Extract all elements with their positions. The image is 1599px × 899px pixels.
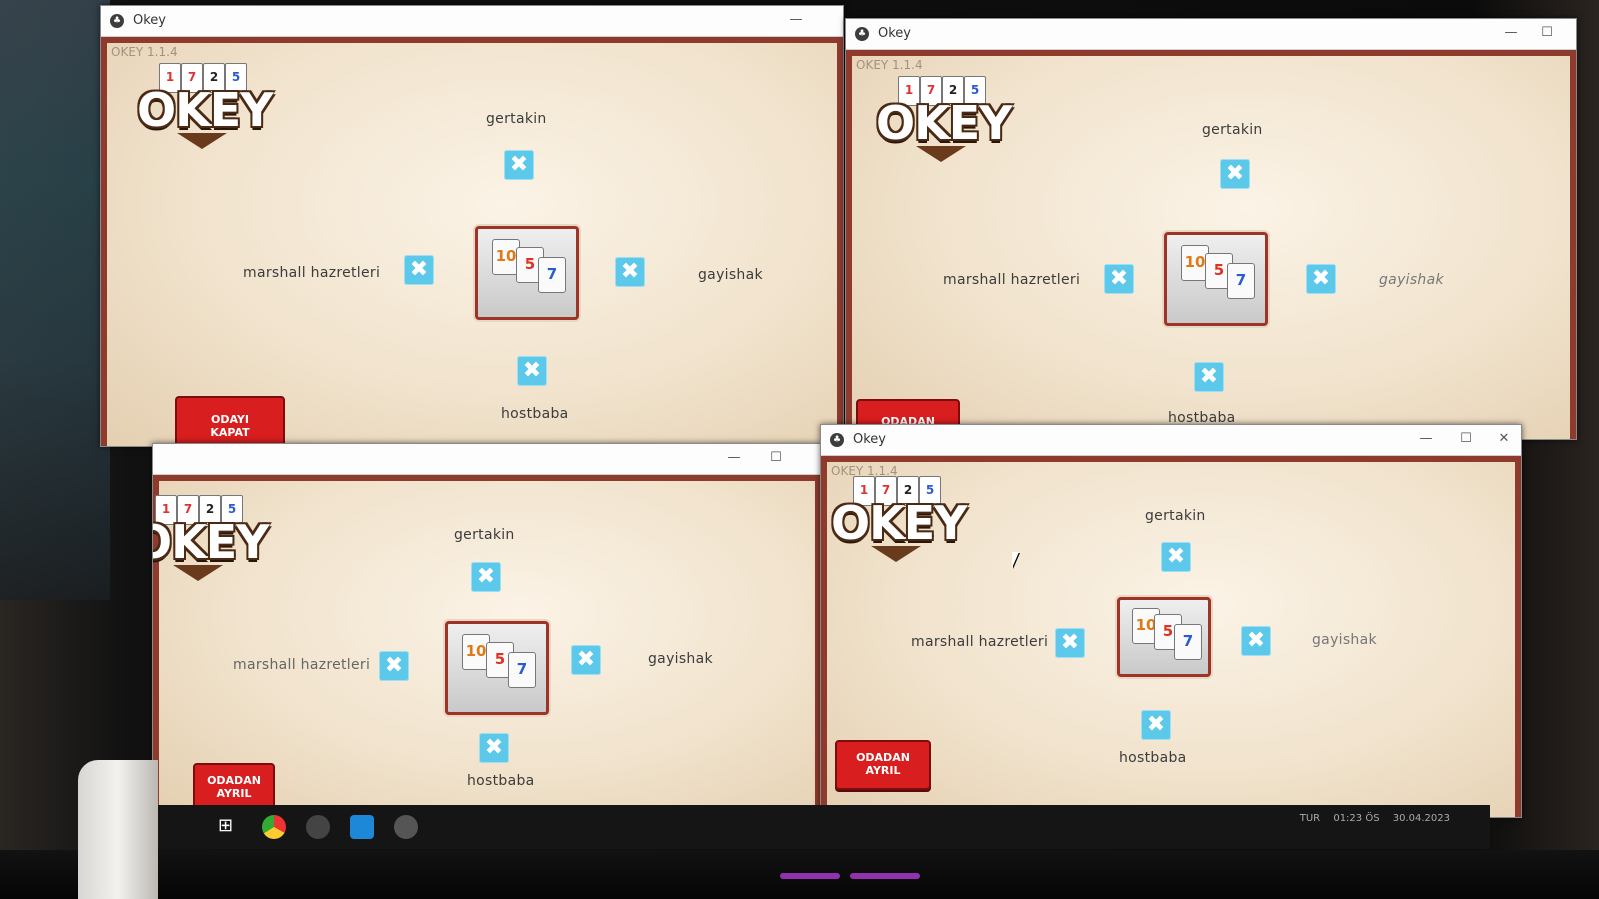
window-title: Okey	[133, 13, 166, 28]
app-icon: ♣	[830, 433, 844, 447]
okey-window-host: ♣ Okey — OKEY 1.1.4 1 7 2 5 OKEY gertaki…	[100, 5, 844, 447]
okey-window-player-4: ♣ Okey — ☐ ✕ OKEY 1.1.4 1 7 2 5 OKEY ger…	[820, 424, 1522, 818]
player-right-name: gayishak	[1312, 632, 1377, 648]
okey-window-player-2: ♣ Okey — ☐ OKEY 1.1.4 1 7 2 5 OKEY gerta…	[845, 18, 1577, 440]
player-left-name: marshall hazretleri	[233, 657, 371, 673]
title-bar[interactable]: ♣ Okey — ☐ ✕	[821, 425, 1521, 456]
maximize-button[interactable]: ☐	[761, 448, 791, 468]
game-area: OKEY 1.1.4 1 7 2 5 OKEY gertakin ✖ marsh…	[101, 37, 843, 446]
kick-top-button[interactable]: ✖	[504, 150, 534, 180]
player-right-name: gayishak	[648, 651, 713, 667]
player-top-name: gertakin	[1145, 508, 1206, 524]
background-desktop-strip	[0, 0, 110, 600]
player-left-name: marshall hazretleri	[911, 634, 1049, 650]
tile-deck[interactable]: 10 5 7	[445, 621, 549, 715]
title-bar[interactable]: ♣ Okey — ☐	[846, 19, 1576, 50]
tile-deck[interactable]: 10 5 7	[475, 226, 579, 320]
okey-logo: 1 7 2 5 OKEY	[153, 495, 269, 590]
mug	[78, 760, 158, 899]
okey-app-icon[interactable]	[306, 815, 330, 839]
okey-window-player-3: — ☐ 1 7 2 5 OKEY gertakin ✖ marshall haz…	[152, 443, 822, 812]
player-left-name: marshall hazretleri	[943, 272, 1081, 288]
vscode-icon[interactable]	[350, 815, 374, 839]
close-room-button[interactable]: ODAYI KAPAT	[175, 396, 285, 446]
app-icon: ♣	[110, 14, 124, 28]
player-top-name: gertakin	[486, 111, 547, 127]
kick-top-button[interactable]: ✖	[1220, 159, 1250, 189]
title-bar[interactable]: ♣ Okey —	[101, 6, 843, 37]
window-title: Okey	[878, 26, 911, 41]
okey-logo: 1 7 2 5 OKEY	[876, 76, 1012, 171]
clock-time[interactable]: 01:23 ÖS	[1333, 813, 1379, 824]
language-indicator[interactable]: TUR	[1300, 813, 1320, 824]
kick-top-button[interactable]: ✖	[471, 562, 501, 592]
clock-date[interactable]: 30.04.2023	[1393, 813, 1450, 824]
kick-bottom-button[interactable]: ✖	[1194, 362, 1224, 392]
maximize-button[interactable]: ☐	[1451, 429, 1481, 449]
kick-right-button[interactable]: ✖	[615, 257, 645, 287]
minimize-button[interactable]: —	[1411, 429, 1441, 449]
kick-left-button[interactable]: ✖	[404, 255, 434, 285]
led-light	[850, 873, 920, 879]
kick-bottom-button[interactable]: ✖	[1141, 710, 1171, 740]
title-bar[interactable]: — ☐	[153, 444, 821, 475]
maximize-button[interactable]: ☐	[1532, 23, 1562, 43]
player-right-name: gayishak	[1379, 272, 1444, 288]
kick-left-button[interactable]: ✖	[1055, 628, 1085, 658]
leave-room-button[interactable]: ODADAN AYRIL	[835, 740, 931, 790]
tile-deck[interactable]: 10 5 7	[1164, 232, 1268, 326]
led-light	[780, 873, 840, 879]
player-left-name: marshall hazretleri	[243, 265, 381, 281]
game-area: OKEY 1.1.4 1 7 2 5 OKEY gertakin ✖ marsh…	[846, 50, 1576, 439]
system-tray: TUR 01:23 ÖS 30.04.2023	[1290, 813, 1450, 824]
mouse-cursor-icon	[1012, 552, 1019, 568]
player-bottom-name: hostbaba	[501, 406, 569, 422]
player-right-name: gayishak	[698, 267, 763, 283]
window-title: Okey	[853, 432, 886, 447]
okey-logo: 1 7 2 5 OKEY	[137, 63, 273, 158]
kick-bottom-button[interactable]: ✖	[517, 356, 547, 386]
version-label: OKEY 1.1.4	[111, 45, 178, 59]
chrome-icon[interactable]	[262, 815, 286, 839]
kick-right-button[interactable]: ✖	[571, 645, 601, 675]
kick-left-button[interactable]: ✖	[379, 651, 409, 681]
app-icon: ♣	[855, 27, 869, 41]
minimize-button[interactable]: —	[1496, 23, 1526, 43]
start-button[interactable]: ⊞	[218, 815, 233, 836]
tile-deck[interactable]: 10 5 7	[1117, 597, 1211, 677]
game-area: 1 7 2 5 OKEY gertakin ✖ marshall hazretl…	[153, 475, 821, 811]
taskbar: ⊞ TUR 01:23 ÖS 30.04.2023	[150, 805, 1490, 849]
player-top-name: gertakin	[1202, 122, 1263, 138]
minimize-button[interactable]: —	[719, 448, 749, 468]
kick-right-button[interactable]: ✖	[1306, 264, 1336, 294]
kick-top-button[interactable]: ✖	[1161, 542, 1191, 572]
version-label: OKEY 1.1.4	[856, 58, 923, 72]
okey-app-icon-2[interactable]	[394, 815, 418, 839]
kick-left-button[interactable]: ✖	[1104, 264, 1134, 294]
game-area: OKEY 1.1.4 1 7 2 5 OKEY gertakin ✖ marsh…	[821, 456, 1521, 817]
okey-logo: 1 7 2 5 OKEY	[831, 476, 967, 571]
kick-bottom-button[interactable]: ✖	[479, 733, 509, 763]
player-top-name: gertakin	[454, 527, 515, 543]
minimize-button[interactable]: —	[781, 10, 811, 30]
player-bottom-name: hostbaba	[467, 773, 535, 789]
kick-right-button[interactable]: ✖	[1241, 626, 1271, 656]
close-button[interactable]: ✕	[1489, 429, 1519, 449]
player-bottom-name: hostbaba	[1119, 750, 1187, 766]
